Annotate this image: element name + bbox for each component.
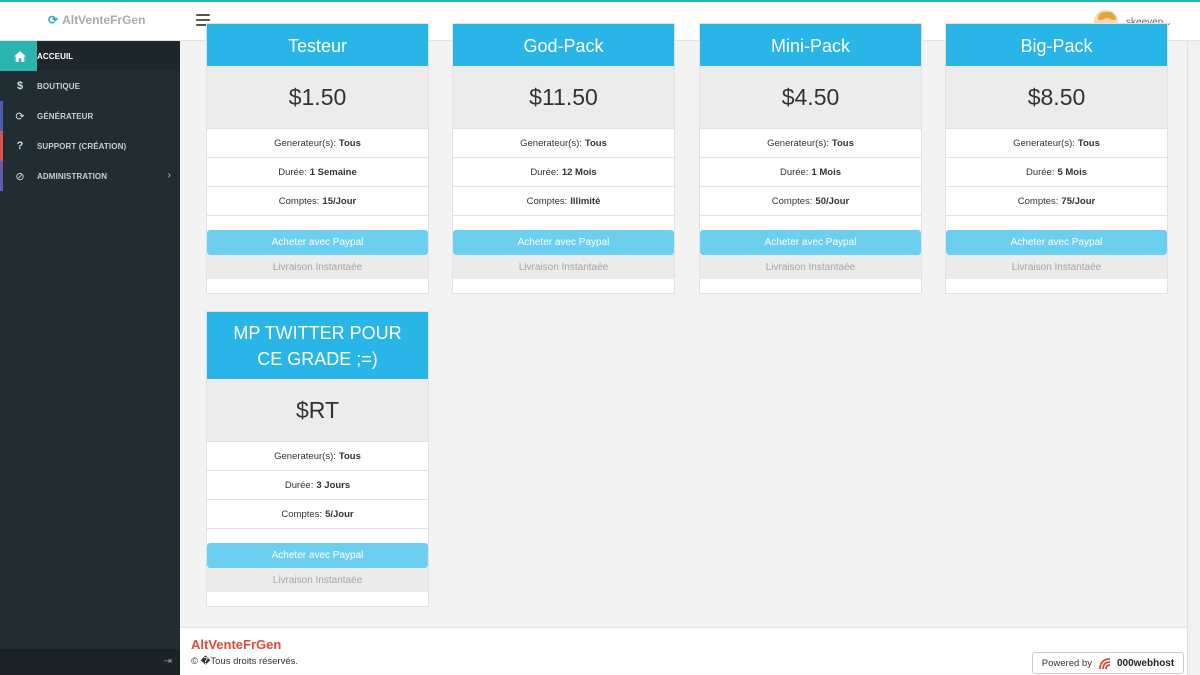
pack-duration: Durée: 3 Jours bbox=[207, 471, 428, 500]
pack-price: $4.50 bbox=[700, 66, 921, 129]
sidebar-item-label: ACCEUIL bbox=[37, 51, 74, 61]
pack-title: Mini-Pack bbox=[700, 24, 921, 66]
pack-accounts: Comptes: 50/Jour bbox=[700, 187, 921, 216]
page-scrollbar[interactable] bbox=[1187, 41, 1200, 675]
webhost-icon bbox=[1099, 657, 1111, 669]
buy-paypal-button[interactable]: Acheter avec Paypal bbox=[946, 230, 1167, 255]
pack-card-big-pack: Big-Pack $8.50 Generateur(s): Tous Durée:… bbox=[945, 23, 1168, 294]
pack-generators: Generateur(s): Tous bbox=[700, 129, 921, 158]
buy-paypal-button[interactable]: Acheter avec Paypal bbox=[207, 543, 428, 568]
pack-duration: Durée: 1 Mois bbox=[700, 158, 921, 187]
sidebar-item-label: BOUTIQUE bbox=[37, 81, 81, 91]
pack-accounts: Comptes: Illimité bbox=[453, 187, 674, 216]
chevron-right-icon: › bbox=[167, 170, 171, 181]
pack-duration: Durée: 12 Mois bbox=[453, 158, 674, 187]
buy-paypal-button[interactable]: Acheter avec Paypal bbox=[207, 230, 428, 255]
pack-accounts: Comptes: 75/Jour bbox=[946, 187, 1167, 216]
pack-accounts: Comptes: 15/Jour bbox=[207, 187, 428, 216]
pack-card-mini-pack: Mini-Pack $4.50 Generateur(s): Tous Durée… bbox=[699, 23, 922, 294]
refresh-icon: ⟳ bbox=[48, 13, 59, 27]
delivery-note: Livraison Instantaée bbox=[207, 255, 428, 279]
pack-title: God-Pack bbox=[453, 24, 674, 66]
ban-icon: ⊘ bbox=[0, 161, 37, 191]
host-logo: 000webhost bbox=[1098, 657, 1174, 670]
sidebar-footer: ⇥ bbox=[0, 649, 180, 675]
sidebar-item-label: ADMINISTRATION bbox=[37, 171, 108, 181]
app-logo[interactable]: ⟳ AltVenteFrGen bbox=[48, 13, 145, 27]
sidebar-item-label: SUPPORT (CRÉATION) bbox=[37, 141, 127, 151]
pack-price: $11.50 bbox=[453, 66, 674, 129]
host-name: 000webhost bbox=[1116, 657, 1175, 669]
pack-price: $RT bbox=[207, 379, 428, 442]
delivery-note: Livraison Instantaée bbox=[207, 568, 428, 592]
pack-duration: Durée: 1 Semaine bbox=[207, 158, 428, 187]
sidebar: ACCEUIL $ BOUTIQUE ⟳ GÉNÉRATEUR ? SUPPOR… bbox=[0, 41, 180, 675]
home-icon bbox=[0, 41, 37, 71]
question-icon: ? bbox=[0, 131, 37, 161]
buy-paypal-button[interactable]: Acheter avec Paypal bbox=[453, 230, 674, 255]
sidebar-item-acceuil[interactable]: ACCEUIL bbox=[0, 41, 180, 71]
menu-icon bbox=[196, 14, 210, 16]
pack-generators: Generateur(s): Tous bbox=[946, 129, 1167, 158]
sidebar-item-generateur[interactable]: ⟳ GÉNÉRATEUR bbox=[0, 101, 180, 131]
delivery-note: Livraison Instantaée bbox=[946, 255, 1167, 279]
delivery-note: Livraison Instantaée bbox=[700, 255, 921, 279]
pack-card-twitter: MP TWITTER POUR CE GRADE ;=) $RT Generat… bbox=[206, 311, 429, 607]
pack-generators: Generateur(s): Tous bbox=[453, 129, 674, 158]
refresh-icon: ⟳ bbox=[0, 101, 37, 131]
powered-by-badge[interactable]: Powered by 000webhost bbox=[1032, 652, 1184, 674]
logout-icon[interactable]: ⇥ bbox=[164, 656, 172, 667]
pack-generators: Generateur(s): Tous bbox=[207, 442, 428, 471]
pack-title: Big-Pack bbox=[946, 24, 1167, 66]
pack-duration: Durée: 5 Mois bbox=[946, 158, 1167, 187]
pack-accounts: Comptes: 5/Jour bbox=[207, 500, 428, 529]
powered-label: Powered by bbox=[1041, 657, 1092, 669]
pack-title: MP TWITTER POUR CE GRADE ;=) bbox=[207, 312, 428, 379]
sidebar-item-label: GÉNÉRATEUR bbox=[37, 111, 94, 121]
copyright-text: © �Tous droits réservés. bbox=[191, 656, 299, 667]
page-footer: AltVenteFrGen © �Tous droits réservés. P… bbox=[180, 627, 1187, 675]
app-title: AltVenteFrGen bbox=[62, 13, 146, 27]
dollar-icon: $ bbox=[16, 80, 24, 92]
pack-price: $1.50 bbox=[207, 66, 428, 129]
sidebar-item-boutique[interactable]: $ BOUTIQUE bbox=[0, 71, 180, 101]
pack-title: Testeur bbox=[207, 24, 428, 66]
pack-price: $8.50 bbox=[946, 66, 1167, 129]
delivery-note: Livraison Instantaée bbox=[453, 255, 674, 279]
buy-paypal-button[interactable]: Acheter avec Paypal bbox=[700, 230, 921, 255]
sidebar-item-administration[interactable]: ⊘ ADMINISTRATION › bbox=[0, 161, 180, 191]
sidebar-item-support[interactable]: ? SUPPORT (CRÉATION) bbox=[0, 131, 180, 161]
pack-card-god-pack: God-Pack $11.50 Generateur(s): Tous Durée… bbox=[452, 23, 675, 294]
pack-generators: Generateur(s): Tous bbox=[207, 129, 428, 158]
pack-card-testeur: Testeur $1.50 Generateur(s): Tous Durée: 1… bbox=[206, 23, 429, 294]
footer-brand[interactable]: AltVenteFrGen bbox=[191, 637, 281, 652]
